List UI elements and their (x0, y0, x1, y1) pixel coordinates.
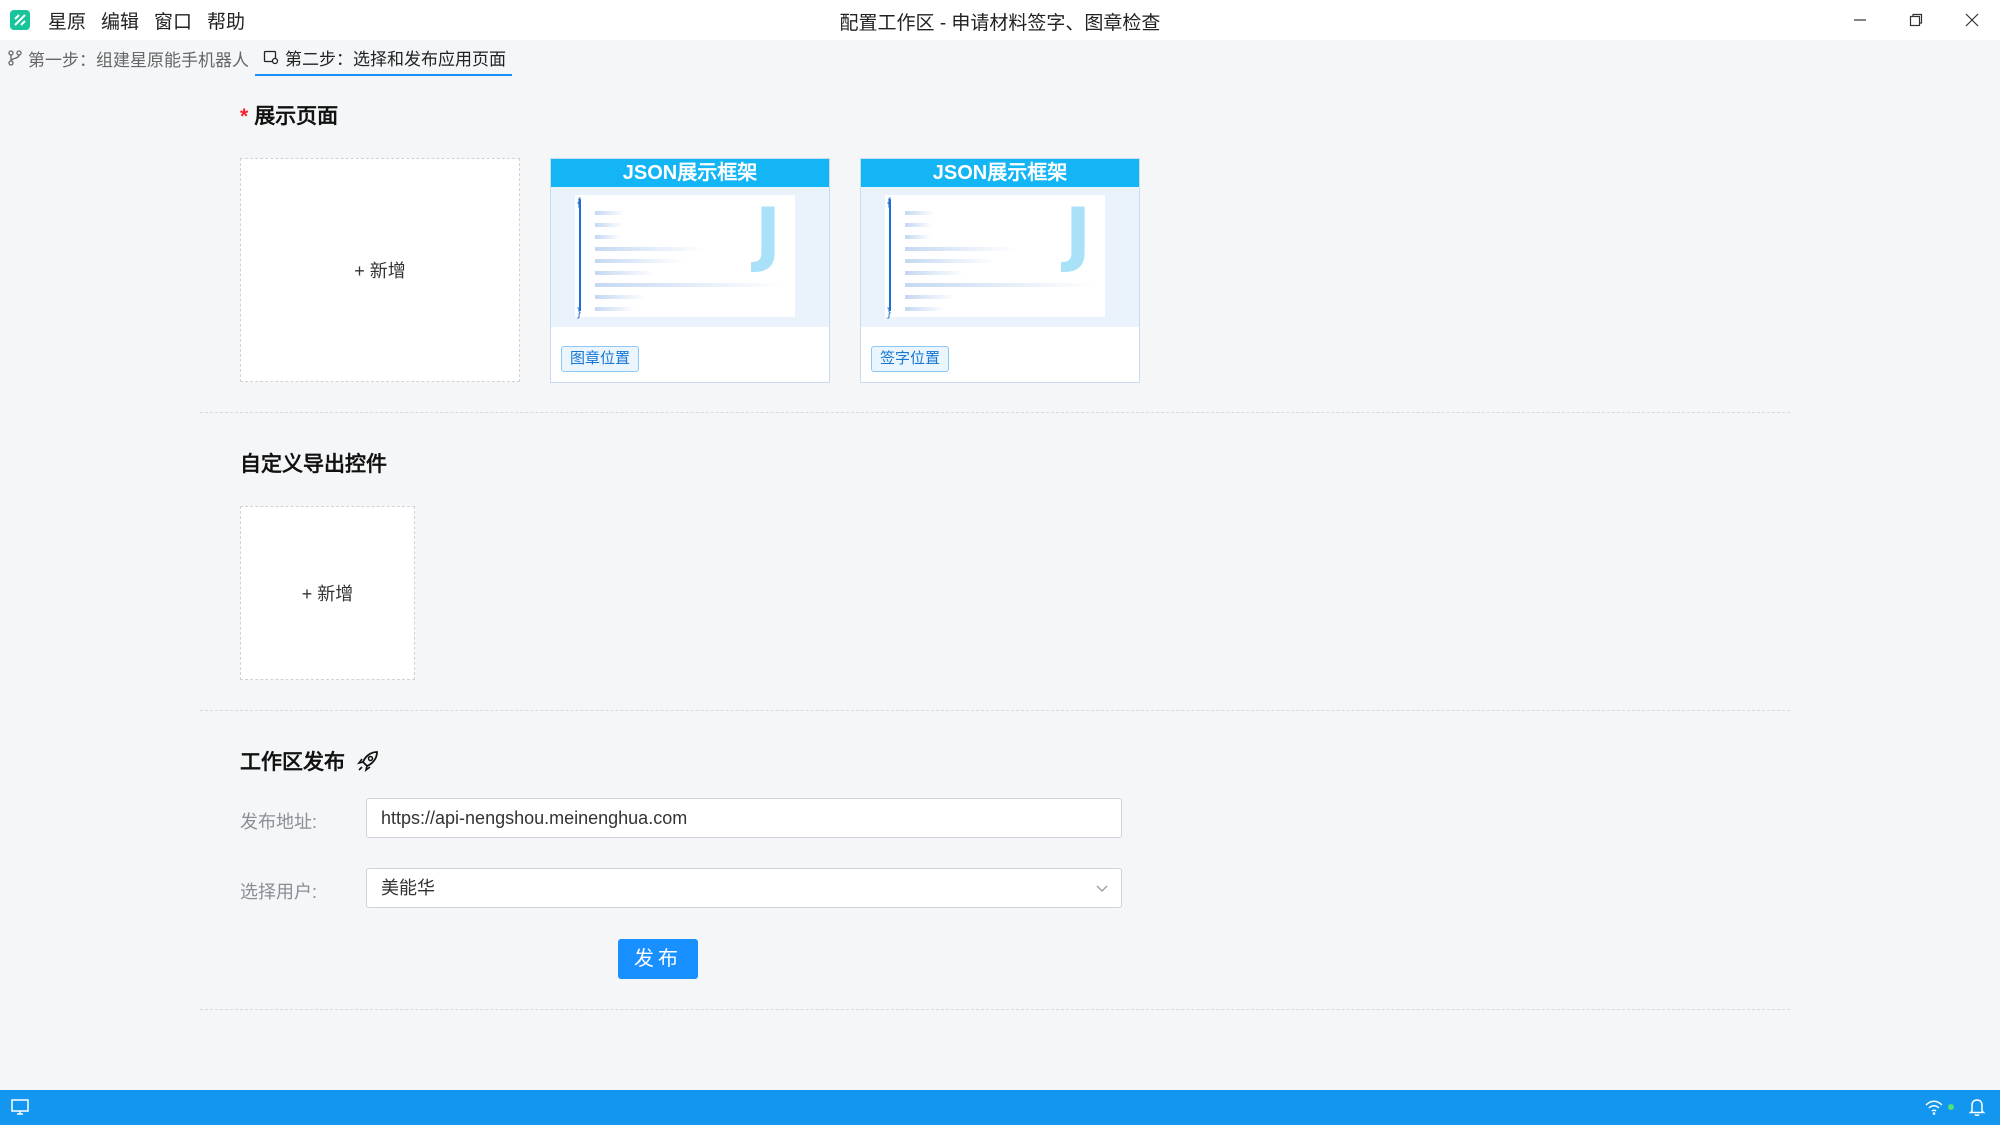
add-display-page-button[interactable]: + 新增 (240, 158, 520, 382)
display-page-card-signature[interactable]: JSON展示框架 { } J 签字位置 (860, 158, 1140, 383)
step-tabs: 第一步：组建星原能手机器人 第二步：选择和发布应用页面 (0, 40, 2000, 76)
rocket-icon (357, 751, 378, 772)
monitor-icon[interactable] (10, 1097, 30, 1122)
close-button[interactable] (1944, 0, 2000, 40)
chevron-down-icon (1096, 885, 1108, 892)
tab-step-one-label: 第一步：组建星原能手机器人 (28, 50, 249, 70)
minimize-button[interactable] (1832, 0, 1888, 40)
restore-icon (1909, 13, 1923, 27)
connection-status-dot (1948, 1104, 1954, 1110)
publish-button[interactable]: 发布 (618, 939, 698, 979)
minimize-icon (1854, 19, 1866, 21)
publish-address-label: 发布地址: (240, 812, 318, 832)
card-header: JSON展示框架 (551, 159, 829, 187)
json-frame-thumbnail: { } J (861, 187, 1139, 327)
wifi-icon[interactable] (1924, 1098, 1944, 1116)
workspace-config-content: * 展示页面 + 新增 JSON展示框架 { } J 图章位置 JSON展示框架… (200, 76, 1790, 1090)
display-pages-title-text: 展示页面 (254, 105, 339, 128)
card-header: JSON展示框架 (861, 159, 1139, 187)
bracket-close-glyph: } (577, 305, 582, 319)
selected-user-value: 美能华 (381, 878, 435, 898)
display-pages-title: * 展示页面 (240, 100, 338, 130)
signature-position-badge[interactable]: 签字位置 (871, 346, 950, 372)
window-controls (1832, 0, 2000, 40)
section-divider (200, 710, 1790, 711)
menu-bar: 星原 编辑 窗口 帮助 (48, 7, 260, 34)
required-mark: * (240, 105, 249, 128)
section-divider (200, 1009, 1790, 1010)
bell-icon[interactable] (1968, 1097, 1986, 1117)
select-user-label: 选择用户: (240, 882, 318, 902)
bracket-close-glyph: } (887, 305, 892, 319)
display-page-card-seal[interactable]: JSON展示框架 { } J 图章位置 (550, 158, 830, 383)
publish-title: 工作区发布 (240, 746, 381, 776)
seal-position-badge[interactable]: 图章位置 (561, 346, 640, 372)
tab-step-one[interactable]: 第一步：组建星原能手机器人 (0, 40, 255, 76)
status-tray (1924, 1097, 1986, 1117)
json-frame-thumbnail: { } J (551, 187, 829, 327)
title-bar: 星原 编辑 窗口 帮助 配置工作区 - 申请材料签字、图章检查 (0, 0, 2000, 40)
tab-step-two[interactable]: 第二步：选择和发布应用页面 (255, 40, 512, 76)
menu-item-window[interactable]: 窗口 (154, 7, 192, 34)
publish-title-text: 工作区发布 (240, 751, 345, 774)
section-divider (200, 412, 1790, 413)
tab-step-two-label: 第二步：选择和发布应用页面 (285, 49, 506, 69)
app-logo-icon (10, 10, 30, 30)
json-j-glyph: J (1064, 193, 1091, 275)
json-j-glyph: J (754, 193, 781, 275)
restore-button[interactable] (1888, 0, 1944, 40)
menu-item-edit[interactable]: 编辑 (101, 7, 139, 34)
menu-item-xingyuan[interactable]: 星原 (48, 7, 86, 34)
publish-address-input[interactable]: https://api-nengshou.meinenghua.com (366, 798, 1122, 838)
page-settings-icon (263, 50, 279, 65)
close-icon (1965, 13, 1979, 27)
status-bar (0, 1090, 2000, 1125)
branch-icon (8, 50, 22, 66)
select-user-dropdown[interactable]: 美能华 (366, 868, 1122, 908)
menu-item-help[interactable]: 帮助 (207, 7, 245, 34)
export-controls-title: 自定义导出控件 (240, 453, 387, 476)
window-title: 配置工作区 - 申请材料签字、图章检查 (839, 13, 1161, 34)
add-export-control-button[interactable]: + 新增 (240, 506, 415, 680)
